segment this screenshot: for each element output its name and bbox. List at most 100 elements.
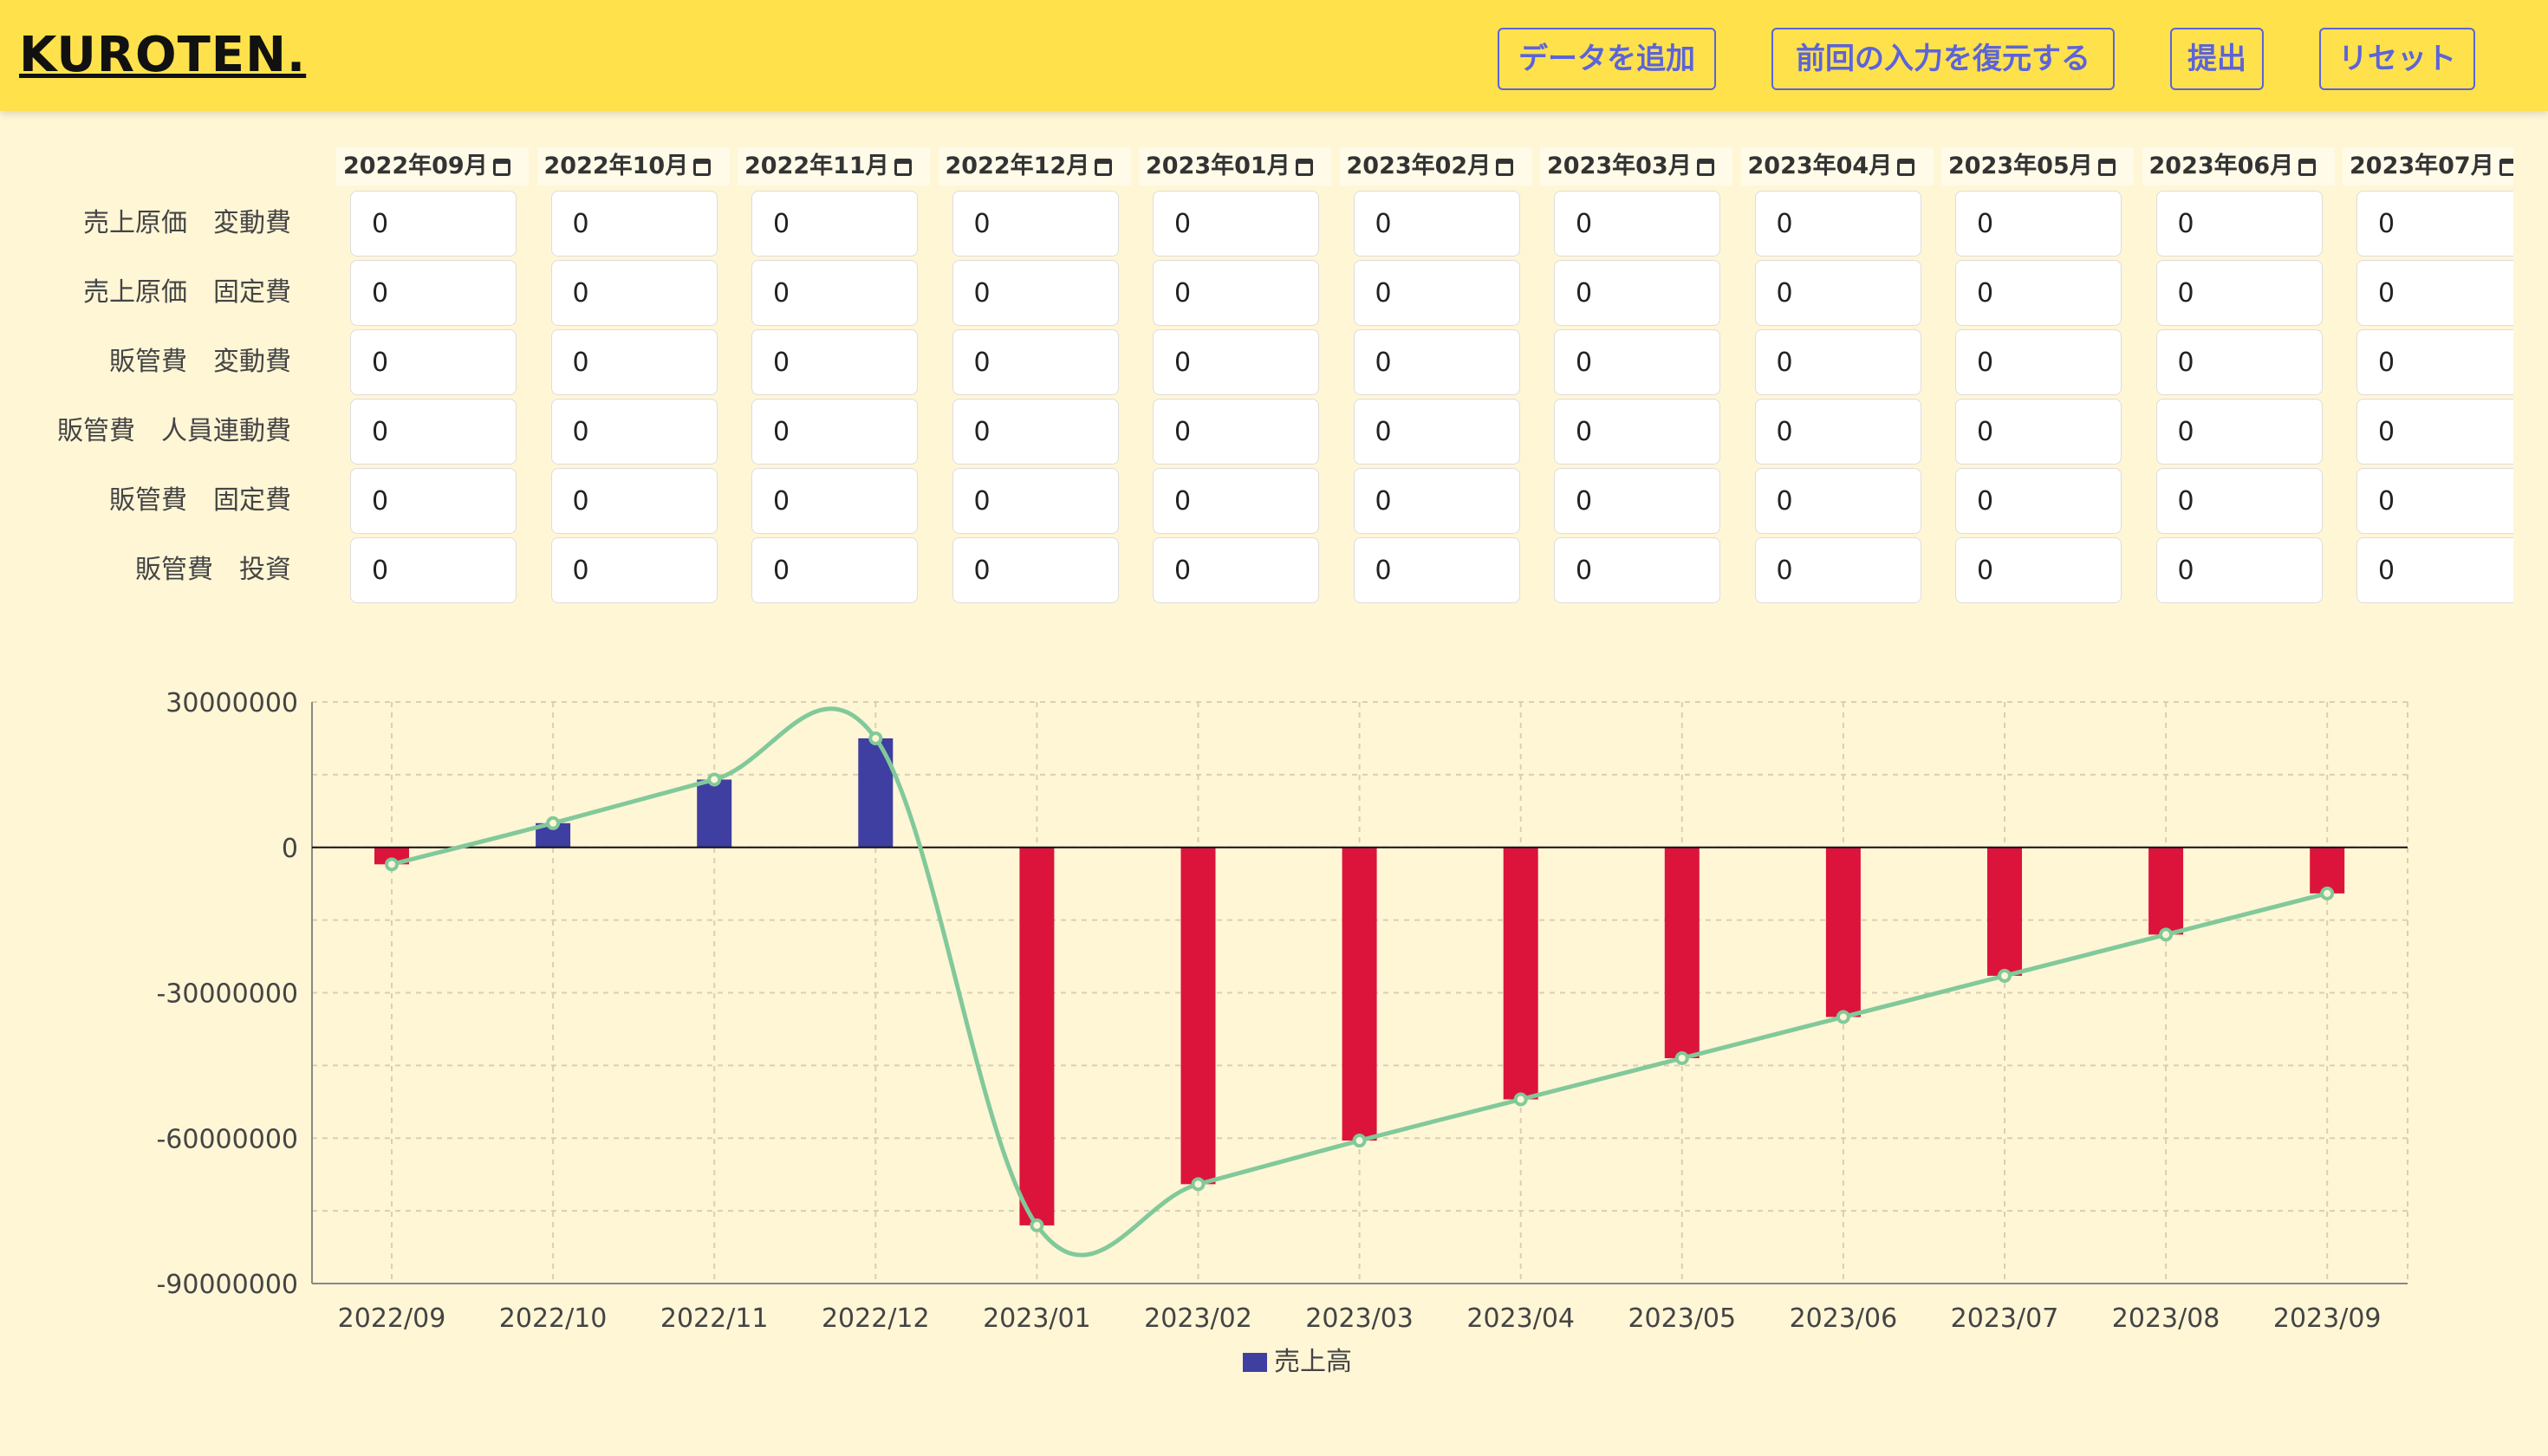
month-header[interactable]: 2022年11月	[738, 147, 930, 185]
trend-point[interactable]	[1998, 968, 2012, 983]
value-input[interactable]	[550, 260, 718, 326]
value-input[interactable]	[1353, 260, 1520, 326]
trend-point[interactable]	[546, 816, 561, 830]
month-header[interactable]: 2023年06月	[2142, 147, 2335, 185]
calendar-icon[interactable]	[2298, 159, 2317, 176]
value-input[interactable]	[1955, 399, 2122, 465]
month-header[interactable]: 2023年04月	[1740, 147, 1934, 185]
restore-previous-input-button[interactable]: 前回の入力を復元する	[1771, 28, 2115, 90]
value-input[interactable]	[1955, 537, 2122, 603]
value-input[interactable]	[1554, 537, 1720, 603]
value-input[interactable]	[751, 468, 918, 534]
logo[interactable]: KUROTEN.	[19, 21, 306, 90]
chart-bar[interactable]	[1664, 847, 1700, 1058]
calendar-icon[interactable]	[1496, 159, 1514, 176]
calendar-icon[interactable]	[2097, 159, 2116, 176]
value-input[interactable]	[1554, 191, 1720, 257]
value-input[interactable]	[550, 468, 718, 534]
value-input[interactable]	[2155, 191, 2323, 257]
value-input[interactable]	[952, 191, 1119, 257]
value-input[interactable]	[2155, 399, 2323, 465]
value-input[interactable]	[1153, 468, 1319, 534]
chart-bar[interactable]	[1503, 847, 1538, 1100]
value-input[interactable]	[1554, 260, 1720, 326]
value-input[interactable]	[751, 260, 918, 326]
value-input[interactable]	[1955, 468, 2122, 534]
add-data-button[interactable]: データを追加	[1498, 28, 1716, 90]
reset-button[interactable]: リセット	[2319, 28, 2475, 90]
calendar-icon[interactable]	[492, 159, 510, 176]
value-input[interactable]	[1353, 329, 1520, 395]
value-input[interactable]	[952, 468, 1119, 534]
value-input[interactable]	[751, 399, 918, 465]
value-input[interactable]	[350, 260, 517, 326]
chart-bar[interactable]	[1825, 847, 1861, 1017]
value-input[interactable]	[2356, 260, 2513, 326]
value-input[interactable]	[1754, 191, 1921, 257]
trend-point[interactable]	[1191, 1177, 1206, 1192]
chart-bar[interactable]	[2148, 847, 2184, 935]
value-input[interactable]	[1353, 537, 1520, 603]
value-input[interactable]	[2155, 329, 2323, 395]
value-input[interactable]	[550, 537, 718, 603]
value-input[interactable]	[952, 260, 1119, 326]
value-input[interactable]	[1153, 537, 1319, 603]
month-header[interactable]: 2023年02月	[1339, 147, 1532, 185]
value-input[interactable]	[1353, 468, 1520, 534]
month-header[interactable]: 2023年07月	[2343, 147, 2513, 185]
value-input[interactable]	[1153, 329, 1319, 395]
calendar-icon[interactable]	[1295, 159, 1313, 176]
value-input[interactable]	[2356, 191, 2513, 257]
submit-button[interactable]: 提出	[2170, 28, 2264, 90]
value-input[interactable]	[2356, 537, 2513, 603]
trend-point[interactable]	[2320, 886, 2335, 900]
month-header[interactable]: 2022年12月	[938, 147, 1131, 185]
calendar-icon[interactable]	[1897, 159, 1915, 176]
value-input[interactable]	[1353, 191, 1520, 257]
value-input[interactable]	[350, 537, 517, 603]
value-input[interactable]	[1955, 260, 2122, 326]
value-input[interactable]	[1554, 329, 1720, 395]
value-input[interactable]	[1955, 329, 2122, 395]
trend-point[interactable]	[707, 772, 722, 787]
trend-point[interactable]	[868, 731, 883, 745]
value-input[interactable]	[1754, 329, 1921, 395]
value-input[interactable]	[1153, 191, 1319, 257]
value-input[interactable]	[1153, 399, 1319, 465]
value-input[interactable]	[1754, 537, 1921, 603]
value-input[interactable]	[1955, 191, 2122, 257]
value-input[interactable]	[2155, 468, 2323, 534]
value-input[interactable]	[1754, 260, 1921, 326]
value-input[interactable]	[1754, 399, 1921, 465]
value-input[interactable]	[751, 329, 918, 395]
calendar-icon[interactable]	[1095, 159, 1113, 176]
chart-legend[interactable]: 売上高	[1243, 1340, 1352, 1378]
value-input[interactable]	[2356, 399, 2513, 465]
value-input[interactable]	[550, 329, 718, 395]
value-input[interactable]	[1754, 468, 1921, 534]
calendar-icon[interactable]	[1696, 159, 1714, 176]
value-input[interactable]	[1554, 399, 1720, 465]
value-input[interactable]	[952, 399, 1119, 465]
chart-bar[interactable]	[697, 779, 732, 848]
value-input[interactable]	[751, 191, 918, 257]
value-input[interactable]	[550, 399, 718, 465]
value-input[interactable]	[550, 191, 718, 257]
trend-point[interactable]	[1352, 1134, 1367, 1148]
month-header[interactable]: 2023年05月	[1941, 147, 2134, 185]
value-input[interactable]	[1153, 260, 1319, 326]
chart-bar[interactable]	[1342, 847, 1377, 1141]
calendar-icon[interactable]	[2499, 159, 2513, 176]
value-input[interactable]	[952, 537, 1119, 603]
chart-bar[interactable]	[1180, 847, 1216, 1185]
value-input[interactable]	[350, 329, 517, 395]
value-input[interactable]	[2356, 329, 2513, 395]
value-input[interactable]	[350, 399, 517, 465]
value-input[interactable]	[1554, 468, 1720, 534]
calendar-icon[interactable]	[894, 159, 912, 176]
trend-point[interactable]	[1513, 1092, 1528, 1107]
trend-point[interactable]	[1836, 1010, 1850, 1024]
month-header[interactable]: 2022年09月	[336, 147, 529, 185]
value-input[interactable]	[952, 329, 1119, 395]
value-input[interactable]	[2155, 260, 2323, 326]
